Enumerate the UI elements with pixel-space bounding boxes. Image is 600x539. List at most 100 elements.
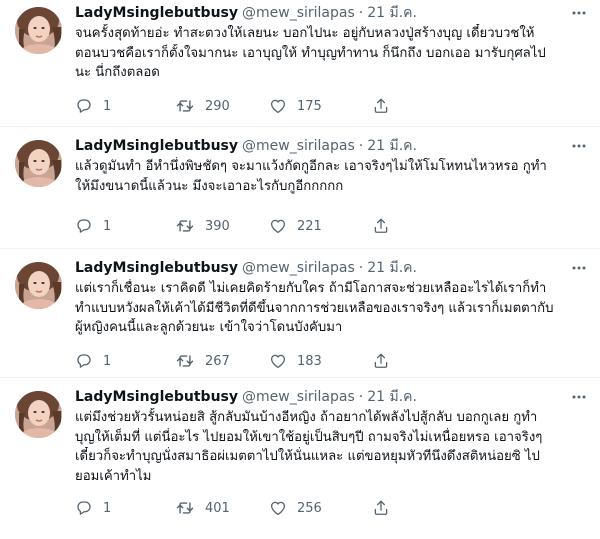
like-button[interactable]: 175 [269, 96, 322, 116]
share-icon [374, 500, 388, 515]
tweet-text-line: แต่มึงช่วยหัวรั้นหน่อยสิ สู้กลับมันบ้างอ… [75, 410, 538, 425]
heart-icon [270, 219, 286, 234]
retweet-button[interactable]: 290 [175, 96, 230, 116]
timestamp[interactable]: 21 มี.ค. [367, 136, 417, 156]
reply-count: 1 [103, 98, 112, 114]
reply-icon [77, 354, 91, 368]
tweet-text: จนครั้งสุดท้ายอ่ะ ทำสะตวงให้เลยนะ บอกไปน… [75, 24, 585, 83]
retweet-icon [176, 502, 194, 514]
tweet-header: LadyMsinglebutbusy @mew_sirilapas · 21 ม… [75, 136, 417, 156]
reply-icon [77, 501, 91, 515]
more-icon[interactable] [570, 137, 588, 155]
tweet-text-line: เดี๋ยวก็จะทำบุญนั่งสมาธิอผ่เมตตาไปให้นั่… [75, 449, 540, 464]
like-count: 183 [297, 353, 322, 369]
retweet-button[interactable]: 267 [175, 351, 230, 371]
more-icon[interactable] [570, 388, 588, 406]
reply-count: 1 [103, 353, 112, 369]
tweet[interactable]: LadyMsinglebutbusy @mew_sirilapas · 21 ม… [0, 255, 600, 377]
separator: · [358, 5, 364, 21]
like-button[interactable]: 183 [269, 351, 322, 371]
tweet-divider [0, 126, 600, 127]
retweet-button[interactable]: 390 [175, 216, 230, 236]
like-count: 256 [297, 500, 322, 516]
share-button[interactable] [372, 351, 400, 371]
avatar[interactable] [15, 262, 62, 309]
timestamp[interactable]: 21 มี.ค. [367, 3, 417, 23]
more-icon[interactable] [570, 259, 588, 277]
author-handle[interactable]: @mew_sirilapas [242, 136, 355, 156]
author-name[interactable]: LadyMsinglebutbusy [75, 3, 238, 23]
like-count: 221 [297, 218, 322, 234]
author-handle[interactable]: @mew_sirilapas [242, 258, 355, 278]
reply-count: 1 [103, 218, 112, 234]
separator: · [358, 138, 364, 154]
reply-button[interactable]: 1 [75, 96, 111, 116]
share-button[interactable] [372, 96, 400, 116]
avatar[interactable] [15, 391, 62, 438]
share-icon [374, 218, 388, 233]
tweet-text-line: ผู้หญิงคนนี้และลูกด้วยนะ เข้าใจว่าโดนบัง… [75, 320, 343, 335]
tweet-actions: 1 290 175 [75, 96, 585, 116]
tweet-header: LadyMsinglebutbusy @mew_sirilapas · 21 ม… [75, 3, 417, 23]
tweet-text-line: บุญให้เต็มที่ แต่นี่อะไร ไปยอมให้เขาใช้อ… [75, 429, 543, 445]
reply-count: 1 [103, 500, 112, 516]
reply-button[interactable]: 1 [75, 498, 111, 518]
tweet[interactable]: LadyMsinglebutbusy @mew_sirilapas · 21 ม… [0, 384, 600, 516]
reply-button[interactable]: 1 [75, 216, 111, 236]
tweet-text-line: ยอมเค้าทำไม [75, 468, 152, 484]
tweet-text-line: จนครั้งสุดท้ายอ่ะ ทำสะตวงให้เลยนะ บอกไปน… [75, 26, 535, 41]
more-icon[interactable] [570, 4, 588, 22]
timestamp[interactable]: 21 มี.ค. [367, 258, 417, 278]
tweet-actions: 1 267 183 [75, 351, 585, 371]
timestamp[interactable]: 21 มี.ค. [367, 387, 417, 407]
tweet-text-line: แต่เราก็เชื่อนะ เราคิดดี ไม่เคยคิดร้ายกั… [75, 281, 547, 296]
reply-icon [77, 99, 91, 113]
tweet-divider [0, 377, 600, 378]
avatar[interactable] [15, 7, 62, 54]
tweet-text-line: นะ นี่กถึงตลอด [75, 65, 160, 80]
heart-icon [270, 354, 286, 369]
share-button[interactable] [372, 216, 400, 236]
separator: · [358, 260, 364, 276]
heart-icon [270, 99, 286, 114]
tweet-header: LadyMsinglebutbusy @mew_sirilapas · 21 ม… [75, 387, 417, 407]
author-handle[interactable]: @mew_sirilapas [242, 387, 355, 407]
author-handle[interactable]: @mew_sirilapas [242, 3, 355, 23]
tweet-text-line: ตอนบวชคือเราก็ตั้งใจมากนะ เอาบุญให้ ทำบุ… [75, 45, 546, 61]
tweet-text-line: ทำแบบหวังผลให้เค้าได้มีชีวิตที่ดีขึ้นจาก… [75, 300, 554, 316]
tweet-text-line: ให้มึงขนาดนี้แล้วนะ มึงจะเอาอะไรกับกูอีก… [75, 178, 344, 194]
tweet-feed: LadyMsinglebutbusy @mew_sirilapas · 21 ม… [0, 0, 600, 539]
tweet-text-line: แล้วดูมันทำ อีหำนึ่งพิษชัดๆ จะมาแว้งกัดก… [75, 159, 547, 174]
avatar[interactable] [15, 140, 62, 187]
like-button[interactable]: 256 [269, 498, 322, 518]
tweet-text: แล้วดูมันทำ อีหำนึ่งพิษชัดๆ จะมาแว้งกัดก… [75, 157, 585, 196]
reply-button[interactable]: 1 [75, 351, 111, 371]
share-button[interactable] [372, 498, 400, 518]
share-icon [374, 353, 388, 368]
like-count: 175 [297, 98, 322, 114]
tweet-header: LadyMsinglebutbusy @mew_sirilapas · 21 ม… [75, 258, 417, 278]
share-icon [374, 98, 388, 113]
retweet-count: 290 [205, 98, 230, 114]
retweet-count: 401 [205, 500, 230, 516]
reply-icon [77, 219, 91, 233]
retweet-icon [176, 100, 194, 112]
tweet-text: แต่มึงช่วยหัวรั้นหน่อยสิ สู้กลับมันบ้างอ… [75, 408, 585, 486]
author-name[interactable]: LadyMsinglebutbusy [75, 387, 238, 407]
retweet-button[interactable]: 401 [175, 498, 230, 518]
tweet-text: แต่เราก็เชื่อนะ เราคิดดี ไม่เคยคิดร้ายกั… [75, 279, 585, 338]
tweet-actions: 1 401 256 [75, 498, 585, 518]
author-name[interactable]: LadyMsinglebutbusy [75, 258, 238, 278]
separator: · [358, 389, 364, 405]
retweet-count: 267 [205, 353, 230, 369]
tweet[interactable]: LadyMsinglebutbusy @mew_sirilapas · 21 ม… [0, 133, 600, 255]
retweet-icon [176, 355, 194, 367]
retweet-icon [176, 220, 194, 232]
author-name[interactable]: LadyMsinglebutbusy [75, 136, 238, 156]
like-button[interactable]: 221 [269, 216, 322, 236]
heart-icon [270, 501, 286, 516]
retweet-count: 390 [205, 218, 230, 234]
tweet-actions: 1 390 221 [75, 216, 585, 236]
tweet[interactable]: LadyMsinglebutbusy @mew_sirilapas · 21 ม… [0, 0, 600, 122]
tweet-divider [0, 248, 600, 249]
